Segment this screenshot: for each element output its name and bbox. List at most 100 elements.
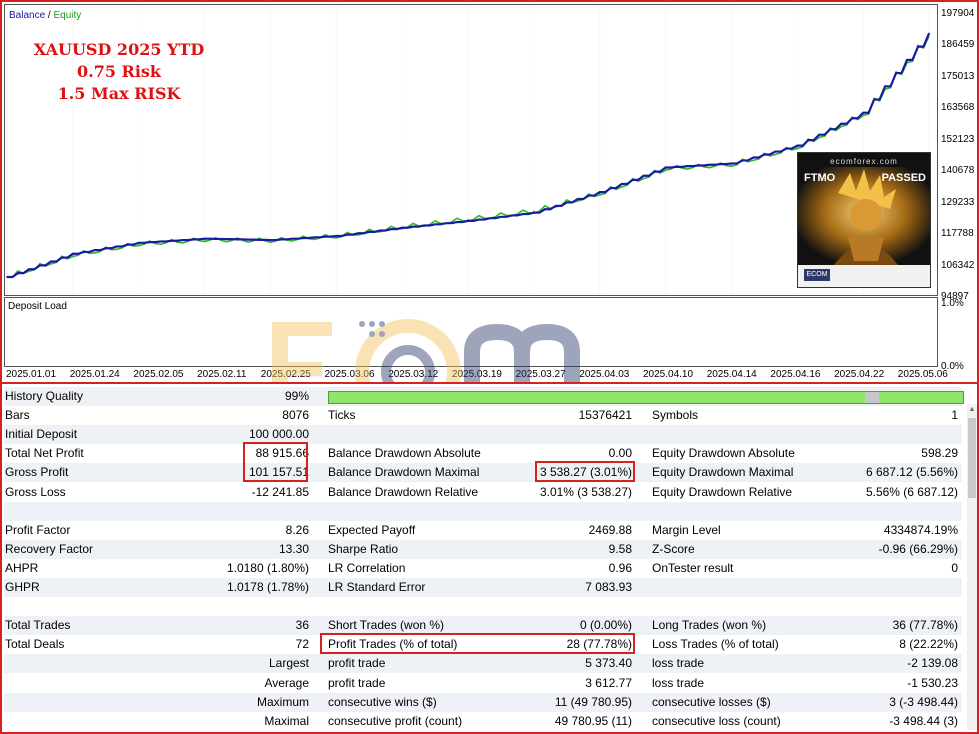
scroll-up-arrow-icon[interactable]: ▲ <box>968 406 976 414</box>
stat-value: 1.0180 (1.80%) <box>226 560 309 575</box>
results-row: History Quality 99% <box>4 387 964 406</box>
stat-value: -0.96 (66.29%) <box>878 541 958 556</box>
ftmo-passed-badge-image: ecomforex.com FTMO PASSED ECOM <box>797 152 931 288</box>
stat-value: 36 (77.78%) <box>892 618 958 633</box>
results-row: AHPR 1.0180 (1.80%) LR Correlation 0.96 OnTe… <box>4 559 962 578</box>
x-tick-label: 2025.04.22 <box>834 369 885 380</box>
stat-label: loss trade <box>652 675 705 690</box>
results-row: Total Trades 36 Short Trades (won %) 0 (0.0… <box>4 616 962 636</box>
x-tick-label: 2025.01.01 <box>6 369 57 380</box>
y-tick-label: 106342 <box>941 259 975 271</box>
quality-bar-gap <box>865 392 879 403</box>
stat-value: 3 538.27 (3.01%) <box>539 465 632 480</box>
results-row: GHPR 1.0178 (1.78%) LR Standard Error 7 083… <box>4 578 962 597</box>
stat-value: 72 <box>295 637 309 652</box>
x-tick-label: 2025.01.24 <box>69 369 120 380</box>
stat-value: 2469.88 <box>588 522 632 537</box>
results-row: Bars 8076 Ticks 15376421 Symbols 1 <box>4 406 962 425</box>
series-point-balance <box>335 235 338 237</box>
stat-label: Total Deals <box>5 637 65 652</box>
badge-footer: ECOM <box>798 265 930 287</box>
stat-label: LR Standard Error <box>328 580 426 594</box>
x-tick-label: 2025.05.06 <box>897 369 948 380</box>
stat-value: Maximum <box>256 694 309 709</box>
stat-label: consecutive profit (count) <box>328 713 463 728</box>
stat-value: 13.30 <box>278 541 309 556</box>
x-tick-label: 2025.02.05 <box>133 369 184 380</box>
results-row <box>4 501 962 521</box>
series-point-balance <box>796 144 799 147</box>
stat-value: 1.0178 (1.78%) <box>226 580 309 594</box>
stat-label: Short Trades (won %) <box>328 618 445 633</box>
stat-value: 0 (0.00%) <box>579 618 632 633</box>
results-scrollbar[interactable]: ▲ <box>967 404 977 730</box>
y-tick-label: 117788 <box>941 228 974 240</box>
x-tick-label: 2025.04.10 <box>643 369 694 380</box>
history-quality-bar <box>328 391 964 404</box>
stat-label: Equity Drawdown Absolute <box>652 446 795 461</box>
chart-overlay-title: XAUUSD 2025 YTD 0.75 Risk 1.5 Max RISK <box>19 39 219 105</box>
results-row: Average profit trade 3 612.77 loss trade -1 … <box>4 674 962 693</box>
results-row: Total Net Profit 88 915.66 Balance Drawdow… <box>4 444 962 463</box>
stat-value: 11 (49 780.95) <box>554 694 632 709</box>
stat-value: -12 241.85 <box>251 484 309 499</box>
stat-value: 7 083.93 <box>585 580 632 594</box>
y-tick-label: 152123 <box>941 133 975 145</box>
results-row: Maximum consecutive wins ($) 11 (49 780.95… <box>4 692 962 712</box>
deposit-load-panel[interactable]: Deposit Load <box>4 297 938 367</box>
series-point-balance <box>730 162 733 165</box>
stat-label: Initial Deposit <box>5 427 78 442</box>
deposit-tick-top: 1.0% <box>941 298 964 309</box>
stat-value: 1 <box>951 408 958 423</box>
x-tick-label: 2025.03.12 <box>388 369 439 380</box>
scrollbar-thumb[interactable] <box>968 418 976 498</box>
stat-label: profit trade <box>328 656 386 671</box>
stat-value: 0 <box>951 560 958 575</box>
stat-label: Equity Drawdown Relative <box>652 484 793 499</box>
stat-value: 3 (-3 498.44) <box>889 694 958 709</box>
y-tick-label: 129233 <box>941 196 975 208</box>
title-line-3: 1.5 Max RISK <box>57 84 181 103</box>
stat-value: 36 <box>295 618 309 633</box>
deposit-load-label: Deposit Load <box>8 301 67 312</box>
stat-value: 8.26 <box>285 522 309 537</box>
stat-label: Gross Loss <box>5 484 66 499</box>
stat-label: Expected Payoff <box>328 522 416 537</box>
results-row: Recovery Factor 13.30 Sharpe Ratio 9.58 Z-Sc… <box>4 539 962 559</box>
stat-value: 101 157.51 <box>248 465 309 480</box>
series-point-balance <box>401 226 403 229</box>
results-row: Largest profit trade 5 373.40 loss trade -2 … <box>4 654 962 674</box>
stat-label: consecutive wins ($) <box>328 694 437 709</box>
results-row: Gross Profit 101 157.51 Balance Drawdown M… <box>4 463 962 483</box>
stat-label: LR Correlation <box>328 560 406 575</box>
stat-label: Ticks <box>328 408 356 423</box>
y-tick-label: 186459 <box>941 39 975 51</box>
stat-value: 598.29 <box>921 446 958 461</box>
stat-value: Largest <box>268 656 309 671</box>
stat-label: Symbols <box>652 408 699 423</box>
stat-value: 0.00 <box>608 446 632 461</box>
results-row: Maximal consecutive profit (count) 49 780.… <box>4 712 962 731</box>
stat-label: Loss Trades (% of total) <box>652 637 779 652</box>
series-point-balance <box>72 252 74 255</box>
badge-passed-text: PASSED <box>881 172 926 184</box>
title-line-1: XAUUSD 2025 YTD <box>33 40 205 59</box>
results-row: Profit Factor 8.26 Expected Payoff 2469.88 M… <box>4 521 962 540</box>
stat-value: 6 687.12 (5.56%) <box>865 465 958 480</box>
stat-label: Margin Level <box>652 522 721 537</box>
x-tick-label: 2025.02.25 <box>260 369 311 380</box>
series-point-balance <box>467 220 469 222</box>
stat-label: Profit Trades (% of total) <box>328 637 458 652</box>
stat-label: AHPR <box>5 560 39 575</box>
stat-label: Sharpe Ratio <box>328 541 399 556</box>
stat-label: Balance Drawdown Maximal <box>328 465 480 480</box>
stat-value: 0.96 <box>608 560 632 575</box>
series-point-balance <box>598 191 601 193</box>
stat-value: 49 780.95 (11) <box>554 713 632 728</box>
stat-value: -2 139.08 <box>907 656 958 671</box>
x-tick-label: 2025.02.11 <box>197 369 247 380</box>
stat-label: Profit Factor <box>5 522 71 537</box>
stat-value: 28 (77.78%) <box>566 637 632 652</box>
badge-logo: ECOM <box>804 269 830 281</box>
stat-label: Equity Drawdown Maximal <box>652 465 794 480</box>
